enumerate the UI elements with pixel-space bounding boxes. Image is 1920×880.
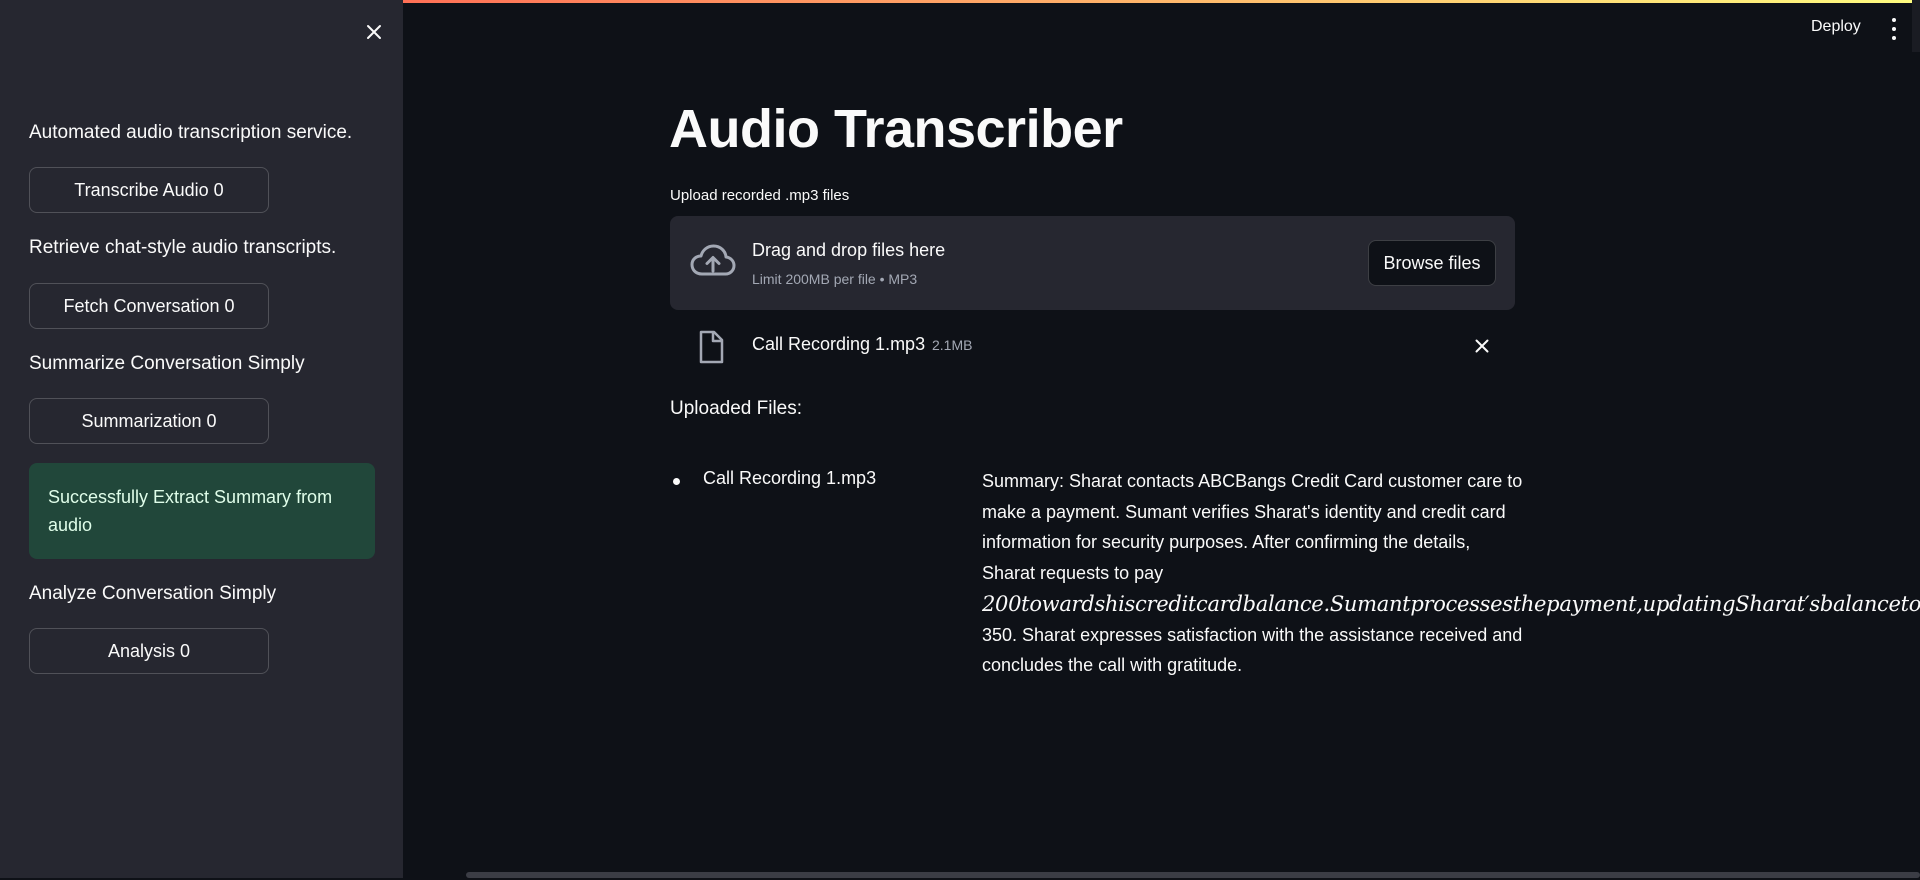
uploaded-file-size: 2.1MB — [932, 337, 973, 353]
main-menu-icon[interactable] — [1886, 18, 1902, 40]
transcribe-description: Automated audio transcription service. — [29, 122, 353, 143]
close-icon — [367, 25, 381, 39]
vertical-scrollbar[interactable] — [1912, 0, 1920, 52]
horizontal-scrollbar[interactable] — [466, 872, 1920, 878]
summary-text: Summary: Sharat contacts ABCBangs Credit… — [982, 466, 1920, 681]
summarization-button[interactable]: Summarization 0 — [29, 398, 269, 444]
page-title: Audio Transcriber — [669, 99, 1123, 159]
summary-line: Summary: Sharat contacts ABCBangs Credit… — [982, 471, 1523, 491]
summarize-description: Summarize Conversation Simply — [29, 353, 305, 374]
browse-files-button[interactable]: Browse files — [1368, 240, 1496, 286]
close-icon — [1475, 339, 1489, 353]
upload-label: Upload recorded .mp3 files — [670, 187, 850, 204]
list-bullet — [673, 478, 680, 485]
analysis-button[interactable]: Analysis 0 — [29, 628, 269, 674]
uploaded-file-row: Call Recording 1.mp3 2.1MB — [670, 326, 1515, 368]
dropzone-limit-text: Limit 200MB per file • MP3 — [752, 271, 918, 287]
cloud-upload-icon — [690, 244, 736, 276]
file-icon — [699, 330, 724, 364]
success-alert: Successfully Extract Summary from audio — [29, 463, 375, 559]
deploy-button[interactable]: Deploy — [1811, 18, 1861, 36]
summary-line: 350. Sharat expresses satisfaction with … — [982, 624, 1523, 645]
result-file-name: Call Recording 1.mp3 — [703, 468, 877, 488]
fetch-conversation-button[interactable]: Fetch Conversation 0 — [29, 283, 269, 329]
summary-line: concludes the call with gratitude. — [982, 655, 1243, 676]
file-dropzone[interactable]: Drag and drop files here Limit 200MB per… — [670, 216, 1515, 310]
remove-file-button[interactable] — [1470, 334, 1494, 358]
uploaded-files-heading: Uploaded Files: — [670, 398, 803, 419]
summary-line: information for security purposes. After… — [982, 532, 1471, 553]
summary-line: make a payment. Sumant verifies Sharat's… — [982, 501, 1506, 522]
sidebar: Automated audio transcription service. T… — [0, 0, 403, 878]
fetch-description: Retrieve chat-style audio transcripts. — [29, 237, 337, 258]
uploaded-file-name: Call Recording 1.mp3 — [752, 334, 926, 354]
transcribe-audio-button[interactable]: Transcribe Audio 0 — [29, 167, 269, 213]
dropzone-title: Drag and drop files here — [752, 240, 946, 260]
close-sidebar-button[interactable] — [360, 18, 388, 46]
summary-line: Sharat requests to pay — [982, 563, 1164, 584]
analyze-description: Analyze Conversation Simply — [29, 583, 277, 604]
summary-line-math: 200towardshiscreditcardbalance.Sumantpro… — [982, 591, 1920, 616]
